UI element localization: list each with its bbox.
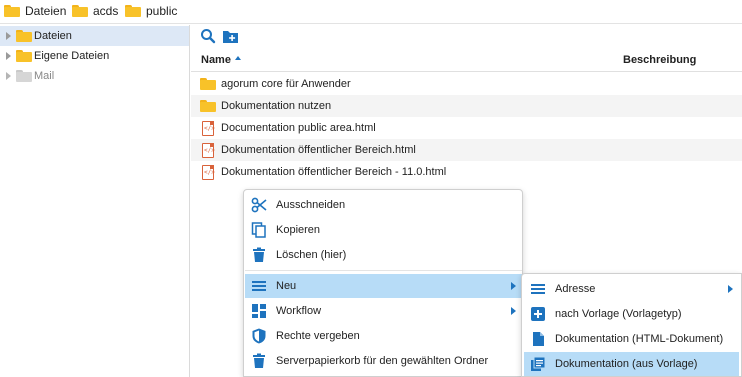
submenu-item-from-template[interactable]: Dokumentation (aus Vorlage) xyxy=(524,352,739,376)
expand-arrow-icon[interactable] xyxy=(6,52,11,60)
folder-icon xyxy=(72,5,88,17)
file-name: Dokumentation öffentlicher Bereich.html xyxy=(221,144,416,156)
menu-item-rights[interactable]: Rechte vergeben xyxy=(245,324,522,348)
menu-item-label: Rechte vergeben xyxy=(276,330,360,342)
column-header: Name Beschreibung xyxy=(191,50,742,72)
plus-box-icon xyxy=(531,307,545,321)
submenu-item-template-type[interactable]: nach Vorlage (Vorlagetyp) xyxy=(524,302,739,326)
menu-item-label: Dokumentation (aus Vorlage) xyxy=(555,358,698,370)
folder-icon xyxy=(125,5,141,17)
tree-item-label: Dateien xyxy=(34,30,72,42)
tree-item-label: Mail xyxy=(34,70,55,82)
shield-icon xyxy=(252,328,266,344)
tree-item-label: Eigene Dateien xyxy=(34,50,110,62)
tree-item-dateien[interactable]: Dateien xyxy=(0,26,189,46)
file-name: Documentation public area.html xyxy=(221,122,376,134)
menu-item-new[interactable]: Neu xyxy=(245,274,522,298)
context-menu: Ausschneiden Kopieren Löschen (hier) Neu… xyxy=(243,189,523,377)
menu-item-label: Löschen (hier) xyxy=(276,249,347,261)
folder-tree: Dateien Eigene Dateien Mail xyxy=(0,25,190,377)
folder-icon xyxy=(4,5,20,17)
html-file-icon: </> xyxy=(202,164,215,180)
copy-icon xyxy=(251,222,266,238)
workflow-grid-icon xyxy=(252,304,266,318)
table-row[interactable]: </> Dokumentation öffentlicher Bereich.h… xyxy=(191,139,742,161)
html-file-icon: </> xyxy=(202,142,215,158)
menu-lines-icon xyxy=(252,281,266,291)
breadcrumb-item-dateien[interactable]: Dateien xyxy=(4,4,66,18)
expand-arrow-icon[interactable] xyxy=(6,72,11,80)
menu-item-label: nach Vorlage (Vorlagetyp) xyxy=(555,308,682,320)
breadcrumb-label: acds xyxy=(93,4,119,18)
tree-item-mail[interactable]: Mail xyxy=(0,66,189,86)
menu-lines-icon xyxy=(531,284,545,294)
submenu-arrow-icon xyxy=(511,307,516,315)
table-row[interactable]: Dokumentation nutzen xyxy=(191,95,742,117)
menu-item-label: Serverpapierkorb für den gewählten Ordne… xyxy=(276,355,489,367)
tree-item-eigene-dateien[interactable]: Eigene Dateien xyxy=(0,46,189,66)
table-row[interactable]: </> Dokumentation öffentlicher Bereich -… xyxy=(191,161,742,183)
breadcrumb-label: Dateien xyxy=(25,4,67,18)
breadcrumb-label: public xyxy=(146,4,178,18)
document-stack-icon xyxy=(531,356,546,371)
trash-icon xyxy=(253,247,265,262)
submenu-arrow-icon xyxy=(728,285,733,293)
folder-icon xyxy=(16,70,32,82)
menu-item-server-trash[interactable]: Serverpapierkorb für den gewählten Ordne… xyxy=(245,349,522,373)
breadcrumb-item-acds[interactable]: acds xyxy=(72,4,118,18)
folder-icon xyxy=(200,100,216,112)
breadcrumb-item-public[interactable]: public xyxy=(125,4,177,18)
breadcrumb: Dateien acds public xyxy=(0,0,742,24)
trash-icon xyxy=(253,353,265,368)
menu-item-label: Workflow xyxy=(276,305,322,317)
html-file-icon: </> xyxy=(202,120,215,136)
column-header-description[interactable]: Beschreibung xyxy=(623,54,696,66)
folder-icon xyxy=(16,50,32,62)
table-row[interactable]: agorum core für Anwender xyxy=(191,73,742,95)
sort-ascending-icon xyxy=(234,56,241,61)
menu-item-label: Adresse xyxy=(555,283,596,295)
menu-item-copy[interactable]: Kopieren xyxy=(245,218,522,242)
menu-item-label: Ausschneiden xyxy=(276,199,346,211)
search-button[interactable] xyxy=(200,28,218,46)
folder-icon xyxy=(200,78,216,90)
table-row[interactable]: </> Documentation public area.html xyxy=(191,117,742,139)
file-name: Dokumentation nutzen xyxy=(221,100,332,112)
menu-item-workflow[interactable]: Workflow xyxy=(245,299,522,323)
column-header-name[interactable]: Name xyxy=(201,54,241,66)
toolbar xyxy=(191,25,742,49)
document-icon xyxy=(533,332,544,346)
new-folder-icon xyxy=(223,31,238,43)
menu-item-cut[interactable]: Ausschneiden xyxy=(245,193,522,217)
expand-arrow-icon[interactable] xyxy=(6,32,11,40)
submenu-item-html-document[interactable]: Dokumentation (HTML-Dokument) xyxy=(524,327,739,351)
menu-item-label: Dokumentation (HTML-Dokument) xyxy=(555,333,724,345)
folder-icon xyxy=(16,30,32,42)
submenu-arrow-icon xyxy=(511,282,516,290)
submenu-item-address[interactable]: Adresse xyxy=(524,277,739,301)
search-icon xyxy=(201,29,216,44)
new-folder-button[interactable] xyxy=(222,28,240,46)
scissors-icon xyxy=(251,197,267,213)
submenu-new: Adresse nach Vorlage (Vorlagetyp) Dokume… xyxy=(521,273,742,377)
menu-separator xyxy=(245,270,522,271)
menu-item-label: Kopieren xyxy=(276,224,321,236)
file-name: Dokumentation öffentlicher Bereich - 11.… xyxy=(221,166,447,178)
menu-item-delete[interactable]: Löschen (hier) xyxy=(245,243,522,267)
menu-item-label: Neu xyxy=(276,280,297,292)
file-name: agorum core für Anwender xyxy=(221,78,351,90)
